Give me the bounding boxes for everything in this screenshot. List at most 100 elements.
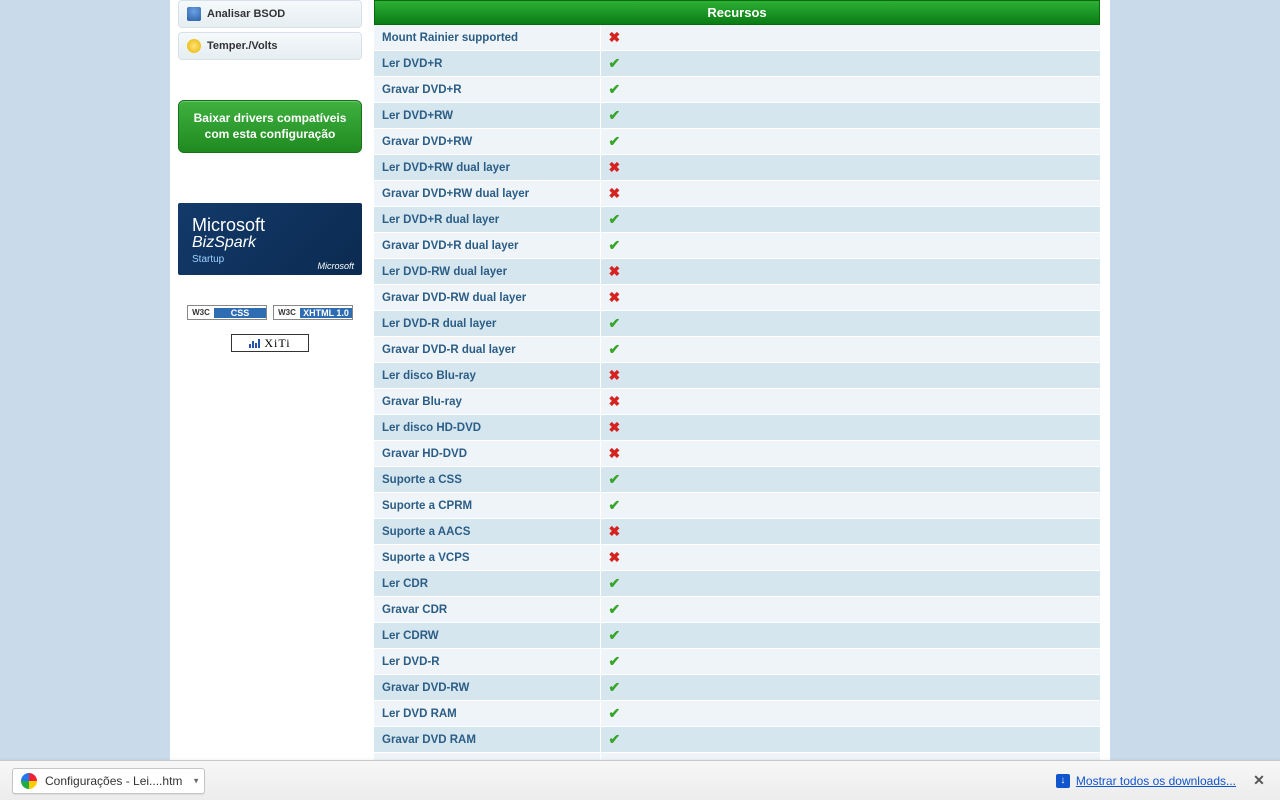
feature-label: Gravar HD-DVD bbox=[374, 441, 600, 467]
table-row: Ler DVD+R ✔ bbox=[374, 51, 1100, 77]
check-icon: ✔ bbox=[609, 55, 621, 71]
feature-value: ✔ bbox=[600, 51, 1100, 77]
resources-table: Mount Rainier supported✖Ler DVD+R✔Gravar… bbox=[374, 25, 1100, 760]
download-filename: Configurações - Lei....htm bbox=[45, 774, 182, 788]
table-row: Gravar DVD-R dual layer ✔ bbox=[374, 337, 1100, 363]
cross-icon: ✖ bbox=[609, 289, 621, 305]
bizspark-line1: Microsoft bbox=[192, 215, 348, 236]
table-row: Ler CDR ✔ bbox=[374, 571, 1100, 597]
table-row: Ler disco Blu-ray ✖ bbox=[374, 363, 1100, 389]
feature-label: Gravar Blu-ray bbox=[374, 389, 600, 415]
feature-value: ✖ bbox=[600, 363, 1100, 389]
bizspark-banner[interactable]: Microsoft BizSpark Startup Microsoft bbox=[178, 203, 362, 275]
table-row: Gravar DVD RAM ✔ bbox=[374, 727, 1100, 753]
cross-icon: ✖ bbox=[609, 445, 621, 461]
table-row: Ler DVD ROM✔ bbox=[374, 753, 1100, 761]
table-row: Suporte a CSS✔ bbox=[374, 467, 1100, 493]
check-icon: ✔ bbox=[609, 107, 621, 123]
table-row: Suporte a VCPS✖ bbox=[374, 545, 1100, 571]
feature-value: ✔ bbox=[600, 701, 1100, 727]
check-icon: ✔ bbox=[609, 81, 621, 97]
feature-label: Gravar DVD+RW dual layer bbox=[374, 181, 600, 207]
sidebar: Analisar BSOD Temper./Volts Baixar drive… bbox=[170, 0, 370, 760]
feature-value: ✔ bbox=[600, 467, 1100, 493]
feature-label: Ler DVD-R dual layer bbox=[374, 311, 600, 337]
feature-label: Ler CDR bbox=[374, 571, 600, 597]
feature-label: Ler DVD-R bbox=[374, 649, 600, 675]
feature-label: Suporte a CPRM bbox=[374, 493, 600, 519]
cross-icon: ✖ bbox=[609, 367, 621, 383]
xiti-label: XiTi bbox=[264, 336, 290, 351]
table-row: Suporte a CPRM ✔ bbox=[374, 493, 1100, 519]
table-row: Ler CDRW ✔ bbox=[374, 623, 1100, 649]
w3c-badges: W3C CSS W3C XHTML 1.0 bbox=[178, 305, 362, 320]
table-row: Gravar DVD+R dual layer✔ bbox=[374, 233, 1100, 259]
feature-label: Gravar DVD-RW bbox=[374, 675, 600, 701]
xiti-badge[interactable]: XiTi bbox=[231, 334, 309, 352]
sidebar-item-temper[interactable]: Temper./Volts bbox=[178, 32, 362, 60]
sidebar-item-label: Analisar BSOD bbox=[207, 8, 285, 20]
bizspark-line2: BizSpark bbox=[192, 234, 348, 252]
monitor-icon bbox=[187, 7, 201, 21]
feature-value: ✖ bbox=[600, 389, 1100, 415]
cross-icon: ✖ bbox=[609, 185, 621, 201]
feature-value: ✖ bbox=[600, 155, 1100, 181]
feature-value: ✖ bbox=[600, 25, 1100, 51]
check-icon: ✔ bbox=[609, 731, 621, 747]
check-icon: ✔ bbox=[609, 627, 621, 643]
feature-value: ✔ bbox=[600, 675, 1100, 701]
sidebar-item-bsod[interactable]: Analisar BSOD bbox=[178, 0, 362, 28]
table-row: Ler DVD RAM ✔ bbox=[374, 701, 1100, 727]
feature-label: Gravar DVD-R dual layer bbox=[374, 337, 600, 363]
feature-value: ✔ bbox=[600, 129, 1100, 155]
feature-value: ✔ bbox=[600, 623, 1100, 649]
check-icon: ✔ bbox=[609, 341, 621, 357]
table-row: Ler DVD+RW ✔ bbox=[374, 103, 1100, 129]
bars-icon bbox=[249, 339, 260, 348]
thermometer-icon bbox=[187, 39, 201, 53]
check-icon: ✔ bbox=[609, 497, 621, 513]
download-drivers-button[interactable]: Baixar drivers compatíveis com esta conf… bbox=[178, 100, 362, 153]
check-icon: ✔ bbox=[609, 705, 621, 721]
check-icon: ✔ bbox=[609, 471, 621, 487]
feature-label: Mount Rainier supported bbox=[374, 25, 600, 51]
feature-value: ✖ bbox=[600, 519, 1100, 545]
feature-label: Ler DVD+R dual layer bbox=[374, 207, 600, 233]
feature-value: ✔ bbox=[600, 311, 1100, 337]
feature-value: ✖ bbox=[600, 441, 1100, 467]
feature-label: Ler DVD+RW bbox=[374, 103, 600, 129]
feature-value: ✔ bbox=[600, 727, 1100, 753]
table-row: Ler DVD-R dual layer✔ bbox=[374, 311, 1100, 337]
table-row: Ler DVD+RW dual layer✖ bbox=[374, 155, 1100, 181]
w3c-xhtml-badge[interactable]: W3C XHTML 1.0 bbox=[273, 305, 353, 320]
feature-value: ✖ bbox=[600, 181, 1100, 207]
close-download-bar-button[interactable]: ✕ bbox=[1250, 772, 1268, 790]
check-icon: ✔ bbox=[609, 237, 621, 253]
download-button-line1: Baixar drivers compatíveis bbox=[194, 111, 347, 127]
viewport-scroll[interactable]: Analisar BSOD Temper./Volts Baixar drive… bbox=[0, 0, 1280, 760]
feature-label: Gravar DVD+R bbox=[374, 77, 600, 103]
feature-label: Ler DVD+R bbox=[374, 51, 600, 77]
check-icon: ✔ bbox=[609, 575, 621, 591]
feature-label: Ler DVD RAM bbox=[374, 701, 600, 727]
feature-label: Ler disco Blu-ray bbox=[374, 363, 600, 389]
show-all-downloads-link[interactable]: ↓ Mostrar todos os downloads... bbox=[1056, 774, 1236, 788]
feature-label: Gravar DVD RAM bbox=[374, 727, 600, 753]
table-row: Gravar HD-DVD ✖ bbox=[374, 441, 1100, 467]
download-button-line2: com esta configuração bbox=[205, 127, 336, 143]
table-row: Gravar DVD-RW dual layer✖ bbox=[374, 285, 1100, 311]
chevron-down-icon: ▾ bbox=[194, 775, 199, 786]
download-item[interactable]: Configurações - Lei....htm ▾ bbox=[12, 768, 205, 794]
check-icon: ✔ bbox=[609, 133, 621, 149]
feature-label: Ler CDRW bbox=[374, 623, 600, 649]
w3c-label: W3C bbox=[188, 308, 214, 317]
table-row: Gravar DVD+R ✔ bbox=[374, 77, 1100, 103]
feature-value: ✔ bbox=[600, 77, 1100, 103]
chrome-icon bbox=[21, 773, 37, 789]
feature-label: Suporte a VCPS bbox=[374, 545, 600, 571]
feature-value: ✔ bbox=[600, 571, 1100, 597]
feature-label: Suporte a AACS bbox=[374, 519, 600, 545]
w3c-css-badge[interactable]: W3C CSS bbox=[187, 305, 267, 320]
cross-icon: ✖ bbox=[609, 393, 621, 409]
check-icon: ✔ bbox=[609, 679, 621, 695]
